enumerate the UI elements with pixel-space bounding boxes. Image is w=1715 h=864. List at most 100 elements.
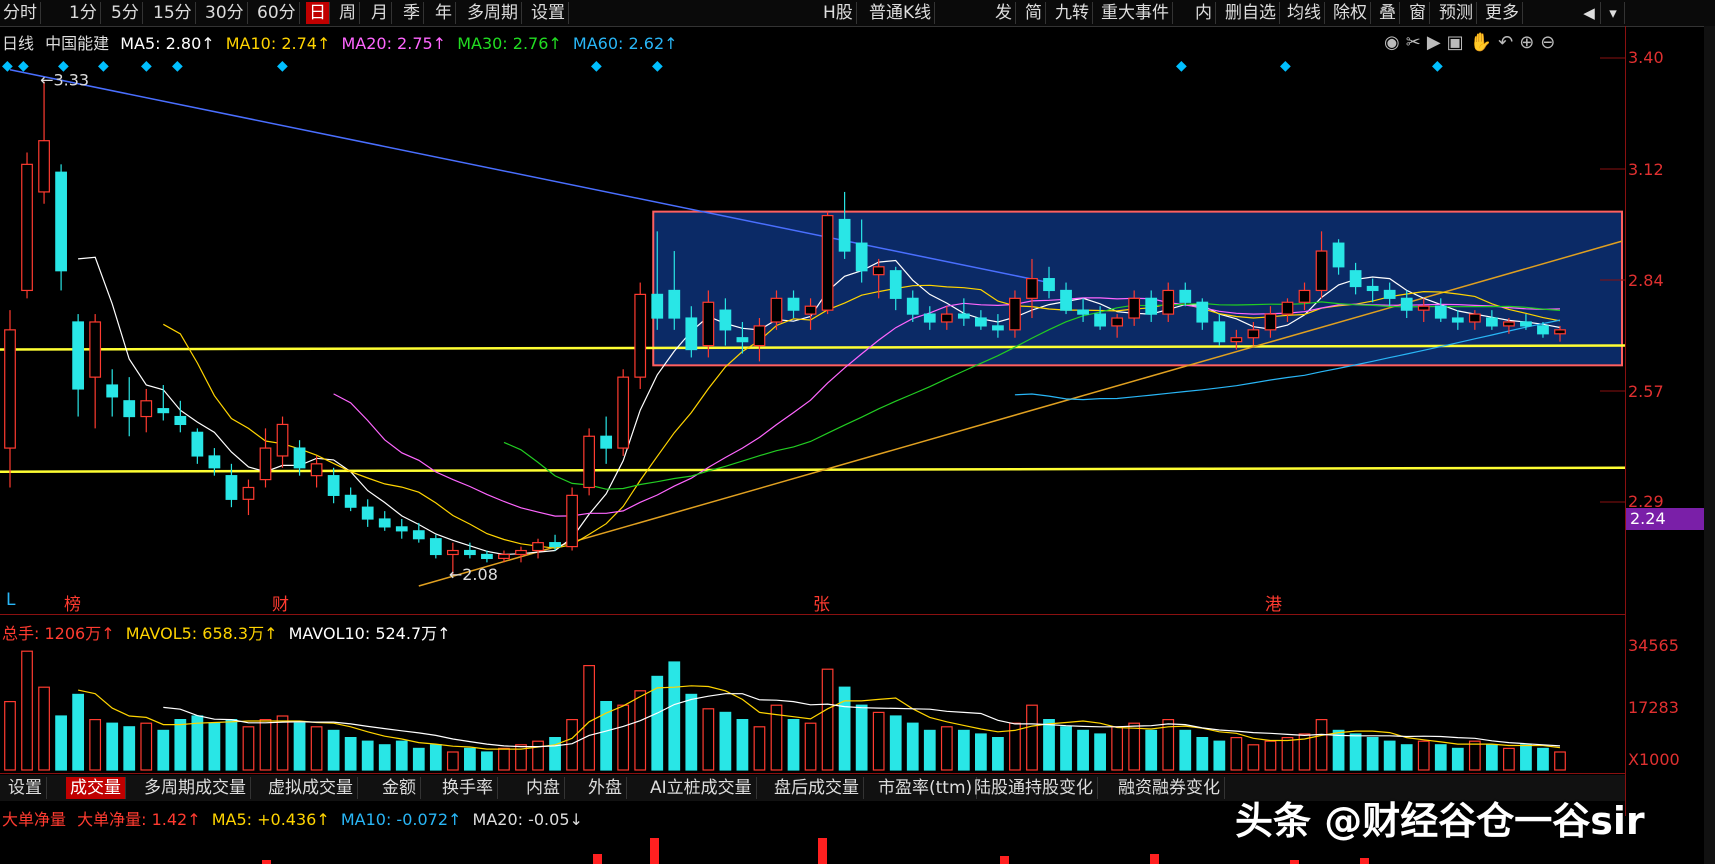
volume-bar <box>310 726 323 771</box>
candle-body <box>1145 297 1158 315</box>
toolbar-item-5[interactable]: 重大事件 <box>1098 2 1173 24</box>
candle-body <box>634 293 647 378</box>
volume-chart[interactable] <box>0 638 1625 772</box>
period-toolbar: 分时 1分 5分 15分 30分 60分日周月季年多周期 设置 H股 普通K线 发简九转 重大事件内… <box>0 0 1715 27</box>
indicator-tab-4[interactable]: 金额 <box>378 777 421 799</box>
candle-body <box>106 384 119 398</box>
event-label-l[interactable]: L <box>6 590 15 610</box>
period-tab-10[interactable]: 年 <box>432 2 456 24</box>
price-axis-line <box>1625 26 1626 816</box>
candle-body <box>412 530 425 540</box>
candle-body <box>1128 297 1141 319</box>
volume-bar <box>1434 744 1447 771</box>
volume-bar <box>498 747 510 771</box>
volume-bar <box>1349 733 1362 771</box>
price-tick: 2.84 <box>1628 271 1664 290</box>
period-tab-0[interactable]: 分时 <box>0 2 41 24</box>
event-label-zhang[interactable]: 张 <box>813 590 830 615</box>
volume-bar <box>4 700 16 771</box>
consolidation-box <box>652 210 1623 367</box>
candle-body <box>753 325 766 347</box>
volume-bar <box>566 718 578 771</box>
volume-bar <box>821 668 834 771</box>
candle-body <box>1077 309 1089 315</box>
indicator-tab-0[interactable]: 设置 <box>4 777 47 799</box>
indicator-tab-12[interactable]: 融资融券变化 <box>1114 777 1225 799</box>
toolbar-item-11[interactable]: 窗 <box>1406 2 1430 24</box>
volume-bar <box>293 722 306 771</box>
news-marker: ◆ <box>652 58 663 74</box>
candle-body <box>583 435 596 489</box>
indicator-tab-7[interactable]: 外盘 <box>584 777 627 799</box>
candle-body <box>923 313 936 323</box>
indicator-tab-5[interactable]: 换手率 <box>438 777 498 799</box>
period-tab-12[interactable]: 设置 <box>528 2 569 24</box>
collapse-icon[interactable]: ◀ <box>1578 2 1601 24</box>
candle-body <box>140 400 153 418</box>
volume-bar <box>549 736 561 771</box>
toolbar-item-3[interactable]: 简 <box>1022 2 1046 24</box>
volume-bar <box>974 733 987 771</box>
period-tab-5[interactable]: 60分 <box>254 2 300 24</box>
toolbar-item-13[interactable]: 更多 <box>1482 2 1523 24</box>
indicator-tab-3[interactable]: 虚拟成交量 <box>264 777 358 799</box>
indicator-tab-10[interactable]: 市盈率(ttm) <box>874 777 978 799</box>
toolbar-item-12[interactable]: 预测 <box>1436 2 1477 24</box>
candle-body <box>685 317 698 351</box>
volume-bar <box>1451 747 1464 771</box>
toolbar-item-6[interactable]: 内 <box>1192 2 1216 24</box>
flow-bar <box>593 854 602 864</box>
volume-bar <box>634 690 647 771</box>
period-tab-4[interactable]: 30分 <box>202 2 248 24</box>
candle-body <box>378 518 391 528</box>
volume-bar <box>38 686 50 771</box>
toolbar-item-9[interactable]: 除权 <box>1330 2 1371 24</box>
side-panel-edge[interactable] <box>1704 26 1715 864</box>
period-tab-7[interactable]: 周 <box>336 2 360 24</box>
volume-bar <box>1554 751 1566 771</box>
candle-body <box>276 423 289 457</box>
volume-bar <box>1520 744 1532 771</box>
period-tab-6[interactable]: 日 <box>306 2 330 24</box>
candle-body <box>1485 317 1498 327</box>
toolbar-item-2[interactable]: 发 <box>992 2 1016 24</box>
news-marker: ◆ <box>591 58 602 74</box>
candle-body <box>242 486 255 500</box>
news-marker: ◆ <box>172 58 183 74</box>
toolbar-item-10[interactable]: 叠 <box>1376 2 1400 24</box>
dropdown-icon[interactable]: ▾ <box>1602 2 1625 24</box>
indicator-tab-6[interactable]: 内盘 <box>522 777 565 799</box>
toolbar-item-0[interactable]: H股 <box>820 2 857 24</box>
candle-body <box>1009 297 1021 331</box>
event-label-bang[interactable]: 榜 <box>64 590 81 615</box>
period-tab-8[interactable]: 月 <box>368 2 392 24</box>
news-marker: ◆ <box>1176 58 1187 74</box>
indicator-tab-8[interactable]: AI立桩成交量 <box>646 777 757 799</box>
period-tab-3[interactable]: 15分 <box>150 2 196 24</box>
period-tab-1[interactable]: 1分 <box>66 2 101 24</box>
toolbar-item-8[interactable]: 均线 <box>1284 2 1325 24</box>
event-label-gang[interactable]: 港 <box>1265 590 1282 615</box>
toolbar-item-1[interactable]: 普通K线 <box>866 2 936 24</box>
candle-body <box>719 309 732 331</box>
candle-body <box>310 463 323 477</box>
candle-body <box>1213 321 1226 343</box>
candle-body <box>1366 285 1379 292</box>
event-label-cai[interactable]: 财 <box>272 590 289 615</box>
candle-body <box>191 431 204 457</box>
indicator-tab-11[interactable]: 陆股通持股变化 <box>970 777 1098 799</box>
kline-chart[interactable]: ◆ ◆ ◆ ◆ ◆ ◆ ◆ ◆ ◆ ◆ ◆ ◆←3.33←2.08 <box>0 26 1625 616</box>
toolbar-item-7[interactable]: 删自选 <box>1222 2 1280 24</box>
watermark: 头条 @财经谷仓一谷sir <box>1235 799 1645 843</box>
toolbar-item-4[interactable]: 九转 <box>1052 2 1093 24</box>
period-tab-11[interactable]: 多周期 <box>464 2 522 24</box>
flow-ma10: MA10: -0.072↑ <box>340 810 462 829</box>
period-tab-9[interactable]: 季 <box>400 2 424 24</box>
candle-body <box>736 337 749 343</box>
volume-bar <box>1128 722 1141 771</box>
indicator-tab-9[interactable]: 盘后成交量 <box>770 777 864 799</box>
candle-body <box>940 313 953 323</box>
indicator-tab-1[interactable]: 成交量 <box>66 777 126 799</box>
indicator-tab-2[interactable]: 多周期成交量 <box>140 777 251 799</box>
period-tab-2[interactable]: 5分 <box>108 2 143 24</box>
